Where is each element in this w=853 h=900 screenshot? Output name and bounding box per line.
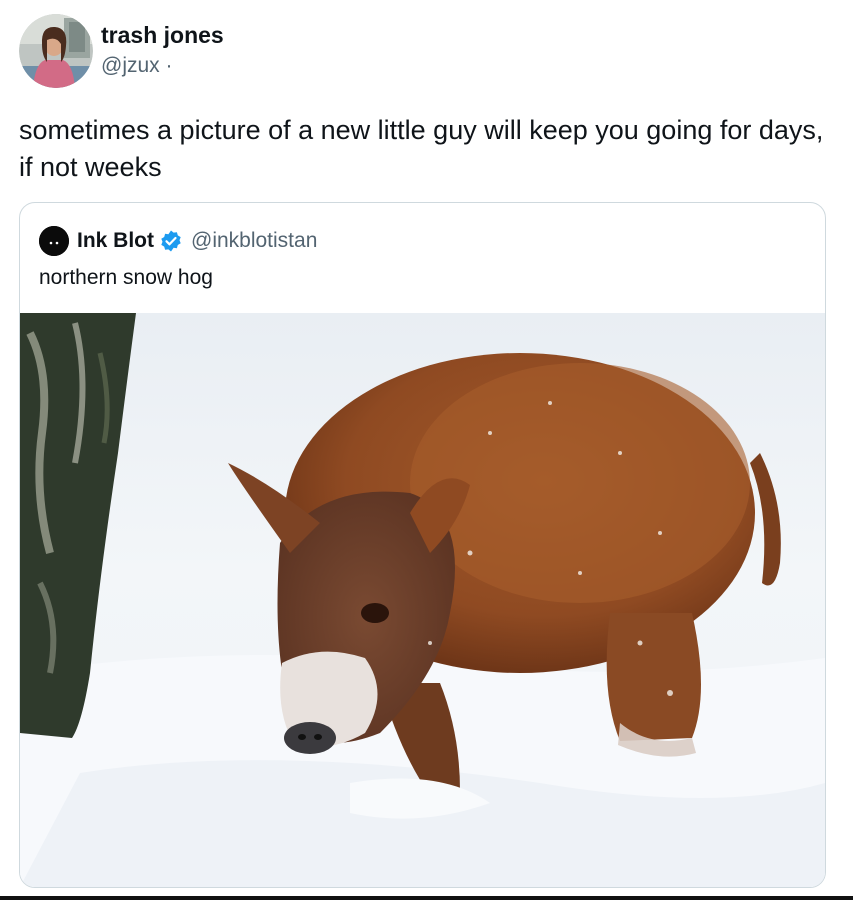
tweet-author[interactable]: trash jones @jzux · xyxy=(101,20,224,80)
tweet: trash jones @jzux · sometimes a picture … xyxy=(0,0,853,900)
verified-badge-icon xyxy=(159,229,183,253)
quoted-author-name[interactable]: Ink Blot xyxy=(77,229,154,253)
quoted-tweet-text: northern snow hog xyxy=(39,266,213,289)
quoted-tweet-card[interactable]: Ink Blot @inkblotistan northern snow hog xyxy=(19,202,826,888)
author-handle[interactable]: @jzux · xyxy=(101,52,224,80)
user-photo-avatar-icon xyxy=(19,14,93,88)
bottom-divider xyxy=(0,896,853,900)
author-display-name[interactable]: trash jones xyxy=(101,20,224,50)
tweet-text: sometimes a picture of a new little guy … xyxy=(19,115,824,182)
quoted-tweet-header: Ink Blot @inkblotistan xyxy=(39,225,317,257)
ink-blot-avatar-art xyxy=(39,226,69,256)
quoted-tweet-photo[interactable] xyxy=(20,313,825,887)
snow-hog-photo xyxy=(20,313,825,887)
ink-blot-avatar-icon[interactable] xyxy=(39,226,69,256)
user-avatar[interactable] xyxy=(19,14,93,88)
quoted-author-handle[interactable]: @inkblotistan xyxy=(191,229,317,253)
